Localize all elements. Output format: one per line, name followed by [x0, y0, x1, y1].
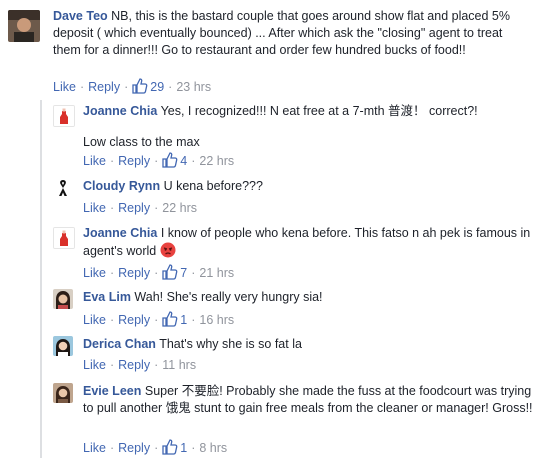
- like-link[interactable]: Like: [83, 358, 106, 372]
- separator: ·: [124, 80, 129, 94]
- avatar[interactable]: [53, 105, 75, 127]
- comment-actions: Like · Reply · 22 hrs: [83, 201, 197, 215]
- separator: ·: [191, 441, 196, 455]
- reply-link[interactable]: Reply: [118, 313, 150, 327]
- thumbs-up-icon: [132, 78, 148, 94]
- comment-body: Eva Lim Wah! She's really very hungry si…: [83, 289, 533, 306]
- like-link[interactable]: Like: [83, 154, 106, 168]
- commenter-name[interactable]: Cloudy Rynn: [83, 179, 160, 193]
- reply-link[interactable]: Reply: [118, 358, 150, 372]
- comment-actions: Like · Reply · 1 · 16 hrs: [83, 311, 234, 327]
- commenter-name[interactable]: Joanne Chia: [83, 104, 157, 118]
- like-link[interactable]: Like: [83, 441, 106, 455]
- reply-link[interactable]: Reply: [88, 80, 120, 94]
- comment-text: NB, this is the bastard couple that goes…: [53, 9, 510, 57]
- separator: ·: [154, 266, 159, 280]
- comment-actions: Like · Reply · 4 · 22 hrs: [83, 152, 234, 168]
- like-link[interactable]: Like: [83, 313, 106, 327]
- avatar[interactable]: [53, 178, 73, 198]
- commenter-name[interactable]: Joanne Chia: [83, 226, 157, 240]
- thumbs-up-icon: [162, 264, 178, 280]
- separator: ·: [168, 80, 173, 94]
- comment-actions: Like · Reply · 11 hrs: [83, 358, 196, 372]
- comment-actions: Like · Reply · 7 · 21 hrs: [83, 264, 234, 280]
- separator: ·: [154, 358, 159, 372]
- comment-text: U kena before???: [163, 179, 263, 193]
- reply-link[interactable]: Reply: [118, 441, 150, 455]
- like-count[interactable]: 1: [162, 439, 187, 455]
- reply-link[interactable]: Reply: [118, 266, 150, 280]
- separator: ·: [109, 441, 115, 455]
- timestamp[interactable]: 22 hrs: [199, 154, 234, 168]
- avatar[interactable]: [53, 289, 73, 309]
- like-link[interactable]: Like: [83, 201, 106, 215]
- comment-text: Wah! She's really very hungry sia!: [134, 290, 323, 304]
- separator: ·: [79, 80, 85, 94]
- timestamp[interactable]: 8 hrs: [199, 441, 227, 455]
- separator: ·: [109, 313, 115, 327]
- separator: ·: [109, 358, 115, 372]
- comment-body: Joanne Chia I know of people who kena be…: [83, 225, 533, 263]
- separator: ·: [109, 154, 115, 168]
- separator: ·: [109, 201, 115, 215]
- avatar[interactable]: [53, 336, 73, 356]
- like-count[interactable]: 7: [162, 264, 187, 280]
- timestamp[interactable]: 23 hrs: [176, 80, 211, 94]
- separator: ·: [154, 201, 159, 215]
- timestamp[interactable]: 16 hrs: [199, 313, 234, 327]
- commenter-name[interactable]: Derica Chan: [83, 337, 156, 351]
- commenter-name[interactable]: Eva Lim: [83, 290, 131, 304]
- comment-text: That's why she is so fat la: [159, 337, 302, 351]
- avatar[interactable]: [53, 383, 73, 403]
- reply-thread-line: [40, 100, 42, 458]
- separator: ·: [154, 154, 159, 168]
- comment-text-second-paragraph: Low class to the max: [83, 135, 200, 149]
- thumbs-up-icon: [162, 439, 178, 455]
- timestamp[interactable]: 22 hrs: [162, 201, 197, 215]
- separator: ·: [191, 313, 196, 327]
- commenter-name[interactable]: Dave Teo: [53, 9, 108, 23]
- comment-body: Joanne Chia Yes, I recognized!!! N eat f…: [83, 103, 533, 120]
- commenter-name[interactable]: Evie Leen: [83, 384, 141, 398]
- timestamp[interactable]: 21 hrs: [199, 266, 234, 280]
- comment-dave-teo: Dave Teo NB, this is the bastard couple …: [0, 0, 541, 100]
- separator: ·: [154, 441, 159, 455]
- comment-body: Cloudy Rynn U kena before???: [83, 178, 533, 195]
- comment-text: Super 不要脸! Probably she made the fuss at…: [83, 384, 533, 415]
- thumbs-up-icon: [162, 311, 178, 327]
- like-count[interactable]: 1: [162, 311, 187, 327]
- separator: ·: [191, 266, 196, 280]
- comment-body: Derica Chan That's why she is so fat la: [83, 336, 533, 353]
- avatar[interactable]: [53, 227, 75, 249]
- reply-link[interactable]: Reply: [118, 201, 150, 215]
- comment-text: Yes, I recognized!!! N eat free at a 7-m…: [160, 104, 478, 118]
- comment-actions: Like · Reply · 29 · 23 hrs: [53, 78, 211, 94]
- thumbs-up-icon: [162, 152, 178, 168]
- comment-body: Dave Teo NB, this is the bastard couple …: [53, 8, 531, 59]
- separator: ·: [109, 266, 115, 280]
- separator: ·: [154, 313, 159, 327]
- like-link[interactable]: Like: [83, 266, 106, 280]
- avatar[interactable]: [8, 10, 40, 42]
- reply-link[interactable]: Reply: [118, 154, 150, 168]
- like-link[interactable]: Like: [53, 80, 76, 94]
- timestamp[interactable]: 11 hrs: [162, 358, 196, 372]
- comment-body: Evie Leen Super 不要脸! Probably she made t…: [83, 383, 535, 417]
- angry-face-icon: [160, 242, 176, 263]
- comment-actions: Like · Reply · 1 · 8 hrs: [83, 439, 227, 455]
- separator: ·: [191, 154, 196, 168]
- like-count[interactable]: 29: [132, 78, 164, 94]
- like-count[interactable]: 4: [162, 152, 187, 168]
